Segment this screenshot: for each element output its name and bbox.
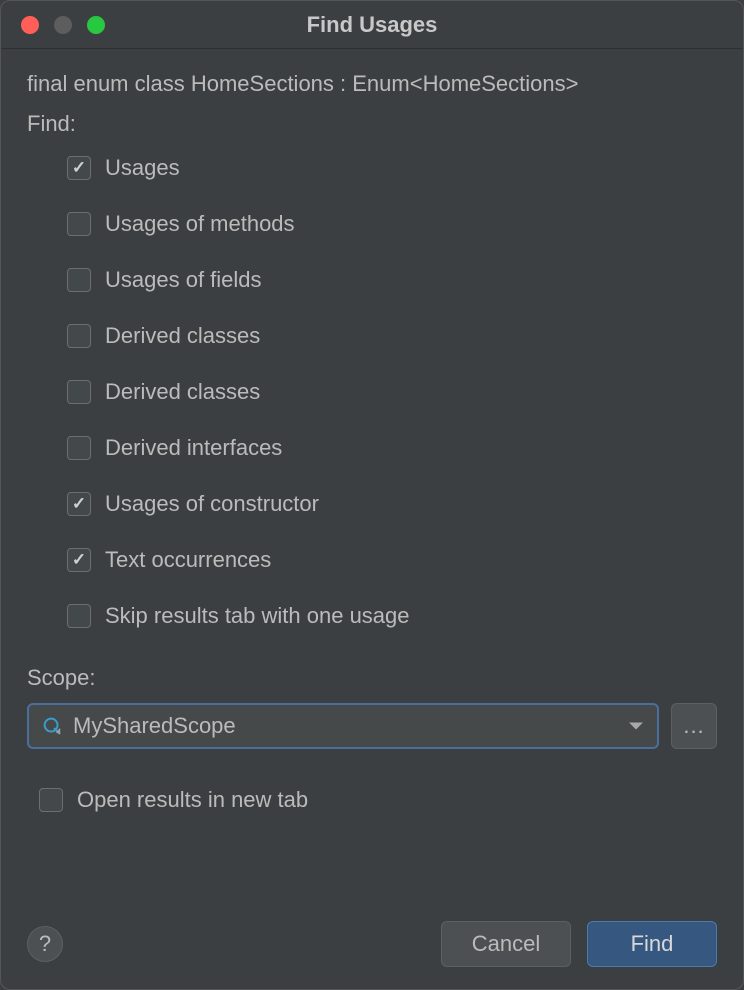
find-label: Find: — [27, 111, 717, 137]
find-option-row[interactable]: Text occurrences — [67, 547, 717, 573]
open-results-checkbox-row[interactable]: Open results in new tab — [27, 787, 717, 813]
find-option-checkbox[interactable] — [67, 324, 91, 348]
find-option-row[interactable]: Usages of fields — [67, 267, 717, 293]
find-option-row[interactable]: Usages — [67, 155, 717, 181]
window-minimize-button[interactable] — [54, 16, 72, 34]
find-option-checkbox[interactable] — [67, 436, 91, 460]
find-option-label: Skip results tab with one usage — [105, 603, 410, 629]
scope-label: Scope: — [27, 665, 717, 691]
find-button[interactable]: Find — [587, 921, 717, 967]
find-options-list: Usages Usages of methods Usages of fields D… — [27, 155, 717, 629]
find-option-row[interactable]: Derived classes — [67, 379, 717, 405]
find-option-row[interactable]: Usages of methods — [67, 211, 717, 237]
open-results-checkbox[interactable] — [39, 788, 63, 812]
find-option-checkbox[interactable] — [67, 492, 91, 516]
target-declaration: final enum class HomeSections : Enum<Hom… — [27, 71, 717, 97]
find-option-checkbox[interactable] — [67, 604, 91, 628]
find-option-label: Usages of fields — [105, 267, 262, 293]
button-bar: ? Cancel Find — [1, 881, 743, 989]
find-option-label: Usages of constructor — [105, 491, 319, 517]
window-close-button[interactable] — [21, 16, 39, 34]
scope-select[interactable]: MySharedScope — [27, 703, 659, 749]
chevron-down-icon — [629, 723, 643, 730]
scope-section: Scope: MySharedScope ... — [27, 665, 717, 749]
find-option-label: Text occurrences — [105, 547, 271, 573]
scope-row: MySharedScope ... — [27, 703, 717, 749]
window-title: Find Usages — [307, 12, 438, 38]
find-option-label: Derived classes — [105, 323, 260, 349]
find-option-row[interactable]: Derived classes — [67, 323, 717, 349]
find-option-label: Usages — [105, 155, 180, 181]
find-option-label: Derived interfaces — [105, 435, 282, 461]
find-option-checkbox[interactable] — [67, 212, 91, 236]
find-option-checkbox[interactable] — [67, 548, 91, 572]
find-option-checkbox[interactable] — [67, 268, 91, 292]
find-usages-dialog: Find Usages final enum class HomeSection… — [0, 0, 744, 990]
find-option-label: Derived classes — [105, 379, 260, 405]
find-option-row[interactable]: Derived interfaces — [67, 435, 717, 461]
find-option-checkbox[interactable] — [67, 380, 91, 404]
find-option-row[interactable]: Skip results tab with one usage — [67, 603, 717, 629]
scope-more-button[interactable]: ... — [671, 703, 717, 749]
help-button[interactable]: ? — [27, 926, 63, 962]
titlebar: Find Usages — [1, 1, 743, 49]
dialog-content: final enum class HomeSections : Enum<Hom… — [1, 49, 743, 881]
find-option-row[interactable]: Usages of constructor — [67, 491, 717, 517]
shared-scope-icon — [41, 715, 63, 737]
open-results-label: Open results in new tab — [77, 787, 308, 813]
window-maximize-button[interactable] — [87, 16, 105, 34]
traffic-lights — [1, 16, 105, 34]
cancel-button[interactable]: Cancel — [441, 921, 571, 967]
find-option-checkbox[interactable] — [67, 156, 91, 180]
find-option-label: Usages of methods — [105, 211, 295, 237]
scope-value: MySharedScope — [73, 713, 236, 739]
